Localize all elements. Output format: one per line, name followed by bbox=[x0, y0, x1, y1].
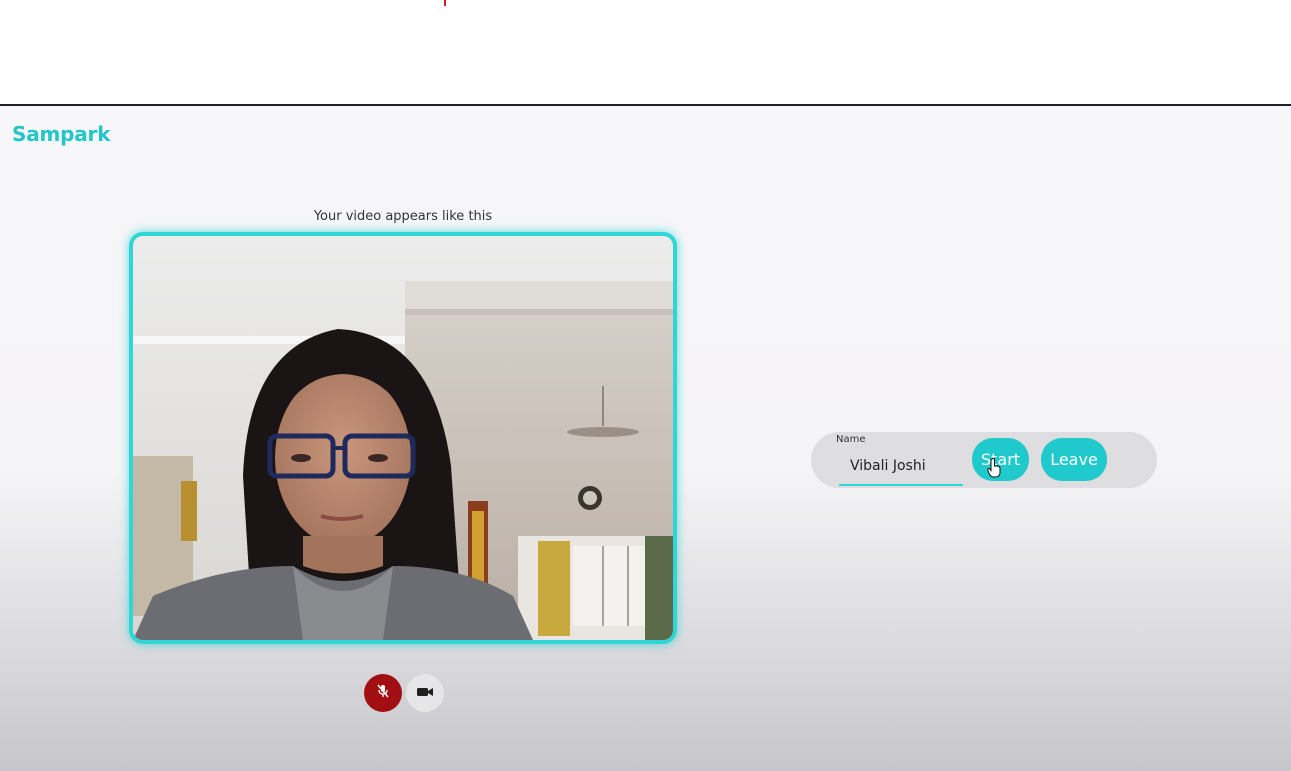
brand-logo[interactable]: Sampark bbox=[12, 122, 111, 146]
hand-pointer-cursor-icon bbox=[987, 458, 1001, 478]
name-field-label: Name bbox=[836, 434, 866, 445]
leave-button[interactable]: Leave bbox=[1041, 438, 1107, 481]
cursor-caret-mark bbox=[444, 0, 446, 6]
top-blank-area bbox=[0, 0, 1291, 105]
video-preview bbox=[129, 232, 677, 644]
name-input[interactable] bbox=[839, 448, 963, 486]
join-panel: Name Start Leave bbox=[811, 432, 1157, 488]
video-preview-caption: Your video appears like this bbox=[313, 209, 493, 224]
app-page: Sampark Your video appears like this Nam… bbox=[0, 106, 1291, 771]
video-camera-icon bbox=[416, 684, 434, 703]
webcam-feed-image bbox=[133, 236, 673, 640]
toggle-camera-button[interactable] bbox=[406, 674, 444, 712]
media-controls bbox=[364, 674, 444, 712]
mic-off-icon bbox=[375, 683, 391, 703]
mute-mic-button[interactable] bbox=[364, 674, 402, 712]
